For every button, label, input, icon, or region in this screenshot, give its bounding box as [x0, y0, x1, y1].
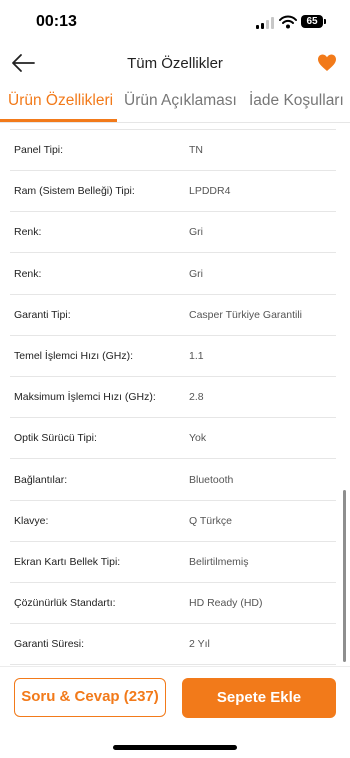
spec-label: Garanti Süresi:: [14, 638, 85, 651]
spec-label: Temel İşlemci Hızı (GHz):: [14, 350, 134, 362]
spec-value: Gri: [189, 226, 203, 239]
spec-value: Yok: [189, 432, 207, 445]
scrollbar[interactable]: [343, 490, 346, 662]
tabs-divider: [0, 122, 350, 123]
spec-row: Ekran Kartı Bellek Tipi: Belirtilmemiş: [0, 542, 350, 583]
heart-icon[interactable]: [317, 53, 337, 73]
home-indicator[interactable]: [113, 745, 237, 750]
spec-row: Klavye: Q Türkçe: [0, 501, 350, 542]
nav-header: Tüm Özellikler: [0, 44, 350, 84]
spec-label: Klavye:: [14, 514, 49, 527]
battery-icon: 65: [301, 15, 323, 28]
tab-urun-aciklamasi[interactable]: Ürün Açıklaması: [124, 92, 237, 110]
spec-value: TN: [189, 144, 203, 156]
spec-row: Çözünürlük Standartı: HD Ready (HD): [0, 583, 350, 625]
spec-row: Garanti Süresi: 2 Yıl: [0, 624, 350, 666]
spec-row: Maksimum İşlemci Hızı (GHz): 2.8: [0, 377, 350, 419]
spec-value: Q Türkçe: [189, 514, 232, 527]
page-title: Tüm Özellikler: [127, 55, 223, 72]
wifi-icon: [279, 15, 297, 29]
questions-answers-button[interactable]: Soru & Cevap (237): [14, 678, 166, 717]
spec-row: Panel Tipi: TN: [0, 130, 350, 171]
spec-value: Bluetooth: [189, 473, 234, 486]
spec-row: Renk: Gri: [0, 212, 350, 254]
add-to-cart-button[interactable]: Sepete Ekle: [182, 678, 336, 718]
spec-label: Maksimum İşlemci Hızı (GHz):: [14, 391, 156, 404]
spec-value: HD Ready (HD): [189, 597, 263, 610]
bottom-action-bar: Soru & Cevap (237) Sepete Ekle: [0, 666, 350, 758]
spec-value: 2 Yıl: [189, 638, 210, 651]
spec-label: Garanti Tipi:: [14, 308, 71, 321]
spec-label: Ram (Sistem Belleği) Tipi:: [14, 185, 135, 198]
spec-row: Garanti Tipi: Casper Türkiye Garantili: [0, 295, 350, 336]
spec-label: Çözünürlük Standartı:: [14, 597, 116, 610]
spec-label: Ekran Kartı Bellek Tipi:: [14, 556, 121, 568]
spec-value: Casper Türkiye Garantili: [189, 308, 303, 321]
tab-bar: Ürün Özellikleri Ürün Açıklaması İade Ko…: [0, 84, 350, 122]
spec-label: Renk:: [14, 226, 42, 239]
status-bar: 00:13 65: [0, 0, 350, 44]
spec-row: Renk: Gri: [0, 254, 350, 295]
spec-value: 2.8: [189, 391, 204, 404]
spec-label: Bağlantılar:: [14, 473, 68, 486]
spec-label: Renk:: [14, 267, 42, 280]
spec-value: Belirtilmemiş: [189, 556, 249, 568]
cellular-signal-icon: [256, 17, 274, 29]
status-time: 00:13: [36, 13, 77, 30]
spec-row: Ram (Sistem Belleği) Tipi: LPDDR4: [0, 171, 350, 213]
spec-value: 1.1: [189, 350, 204, 362]
spec-label: Optik Sürücü Tipi:: [14, 432, 97, 445]
spec-row: Optik Sürücü Tipi: Yok: [0, 418, 350, 460]
tab-iade-kosullari[interactable]: İade Koşulları: [249, 92, 344, 110]
spec-value: Gri: [189, 267, 203, 280]
spec-row: Bağlantılar: Bluetooth: [0, 460, 350, 501]
spec-label: Panel Tipi:: [14, 144, 64, 156]
spec-value: LPDDR4: [189, 185, 231, 198]
tab-urun-ozellikleri[interactable]: Ürün Özellikleri: [8, 92, 113, 110]
spec-row: Temel İşlemci Hızı (GHz): 1.1: [0, 336, 350, 377]
battery-tip: [324, 19, 326, 24]
